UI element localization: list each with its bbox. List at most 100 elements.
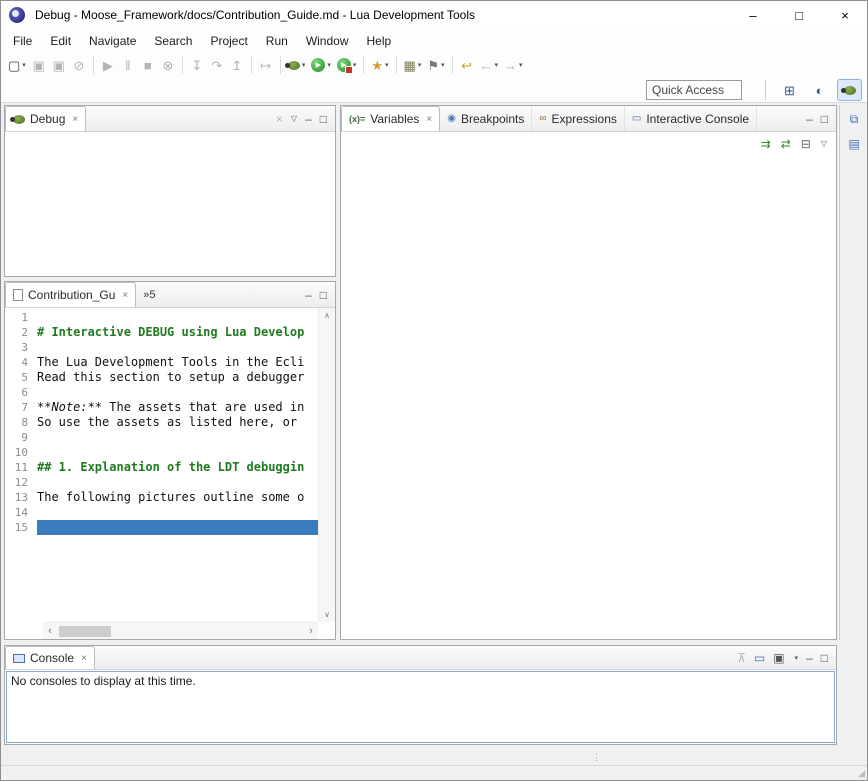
minimize-view-icon[interactable]: – (806, 113, 813, 125)
tab-breakpoints[interactable]: ◉ Breakpoints (440, 106, 532, 131)
code-line: 8So use the assets as listed here, or (5, 415, 318, 430)
dropdown-icon: ▾ (519, 61, 523, 69)
save-all-button[interactable]: ▣ (49, 54, 69, 76)
tab-breakpoints-label: Breakpoints (461, 112, 524, 126)
open-console-icon[interactable]: ▣ (773, 652, 784, 664)
lua-perspective-button[interactable]: ◐ (807, 79, 832, 101)
toolbar-separator (396, 56, 397, 74)
menu-window[interactable]: Window (297, 31, 358, 51)
code-editor[interactable]: 1 2# Interactive DEBUG using Lua Develop… (5, 308, 335, 639)
show-logical-structure-icon[interactable]: ⇄ (781, 137, 791, 151)
scroll-up-icon[interactable]: ∧ (324, 311, 330, 320)
back-button[interactable]: ←▾ (477, 54, 502, 76)
debug-perspective-button[interactable] (837, 79, 862, 101)
line-number: 2 (5, 326, 37, 339)
sash-handle[interactable]: ⋮ (592, 752, 601, 763)
view-menu-icon[interactable]: ▽ (291, 115, 297, 123)
toolbar-separator (363, 56, 364, 74)
outline-view-icon[interactable]: ▤ (848, 137, 859, 151)
resize-grip-icon[interactable]: ◢ (858, 768, 865, 779)
minimize-view-icon[interactable]: – (305, 113, 312, 125)
scroll-right-icon[interactable]: › (304, 625, 318, 637)
open-element-button[interactable]: ▦▾ (401, 54, 425, 76)
restore-view-icon[interactable]: ⧉ (850, 112, 859, 127)
disconnect-button[interactable]: ⊗ (158, 54, 178, 76)
scroll-left-icon[interactable]: ‹ (43, 625, 57, 637)
maximize-view-icon[interactable]: □ (821, 113, 828, 125)
tab-contribution-guide[interactable]: Contribution_Gu × (5, 282, 136, 307)
scrollbar-thumb[interactable] (59, 626, 111, 637)
suspend-button[interactable]: ‖ (118, 54, 138, 76)
maximize-view-icon[interactable]: □ (320, 113, 327, 125)
variables-tabbar: (x)= Variables × ◉ Breakpoints ∞ Express… (341, 106, 836, 132)
open-perspective-button[interactable]: ⊞ (777, 79, 802, 101)
quick-access-input[interactable]: Quick Access (646, 80, 742, 100)
menu-help[interactable]: Help (358, 31, 401, 51)
editor-tabbar: Contribution_Gu × »5 – □ (5, 282, 335, 308)
variables-view-controls: – □ (798, 106, 836, 131)
menu-file[interactable]: File (4, 31, 41, 51)
show-type-names-icon[interactable]: ⇉ (761, 137, 771, 151)
tab-console[interactable]: Console × (5, 646, 95, 669)
debug-button[interactable]: ▾ (285, 54, 309, 76)
code-line: 2# Interactive DEBUG using Lua Develop (5, 325, 318, 340)
terminate-button[interactable]: ■ (138, 54, 158, 76)
view-menu-icon[interactable]: ▽ (821, 140, 827, 148)
toolbar-separator (765, 80, 768, 100)
vertical-scrollbar[interactable]: ∧ ∨ (318, 308, 335, 622)
pin-console-icon[interactable]: ⊼ (737, 652, 746, 664)
step-into-button[interactable]: ↧ (187, 54, 207, 76)
minimize-window-button[interactable]: – (730, 0, 776, 30)
tab-variables[interactable]: (x)= Variables × (341, 106, 440, 131)
run-button[interactable]: ▶▾ (308, 54, 334, 76)
line-number: 12 (5, 476, 37, 489)
menu-search[interactable]: Search (145, 31, 201, 51)
minimize-view-icon[interactable]: – (806, 652, 813, 664)
open-perspective-icon: ⊞ (784, 84, 795, 97)
tab-interactive-console[interactable]: ▭ Interactive Console (625, 106, 757, 131)
maximize-view-icon[interactable]: □ (821, 652, 828, 664)
save-button[interactable]: ▣ (29, 54, 49, 76)
forward-button[interactable]: →▾ (501, 54, 526, 76)
annotation-nav-button[interactable]: ⚑▾ (424, 54, 447, 76)
console-output[interactable]: No consoles to display at this time. (6, 671, 835, 743)
code-line: 6 (5, 385, 318, 400)
step-return-button[interactable]: ↥ (227, 54, 247, 76)
dropdown-icon[interactable]: ▾ (795, 654, 799, 662)
resume-button[interactable]: ▶ (98, 54, 118, 76)
menu-edit[interactable]: Edit (41, 31, 80, 51)
step-over-button[interactable]: ↷ (207, 54, 227, 76)
menu-project[interactable]: Project (201, 31, 256, 51)
display-console-icon[interactable]: ▭ (754, 652, 765, 664)
maximize-view-icon[interactable]: □ (320, 289, 327, 301)
close-tab-icon[interactable]: × (426, 114, 432, 125)
close-tab-icon[interactable]: × (81, 653, 87, 664)
grid-icon: ▦ (404, 59, 416, 72)
dropdown-icon: ▾ (353, 61, 357, 69)
magic-wand-button[interactable]: ★▾ (368, 54, 391, 76)
new-wizard-button[interactable]: ▢▾ (5, 54, 29, 76)
editor-tab-overflow[interactable]: »5 (136, 282, 162, 307)
collapse-all-icon[interactable]: ⊟ (801, 137, 811, 151)
code-line: 10 (5, 445, 318, 460)
suspend-icon: ‖ (125, 59, 130, 72)
scroll-down-icon[interactable]: ∨ (324, 610, 330, 619)
menu-navigate[interactable]: Navigate (80, 31, 145, 51)
use-step-filters-button[interactable]: ↦ (256, 54, 276, 76)
skip-breakpoints-button[interactable]: ⊘ (69, 54, 89, 76)
tab-debug[interactable]: Debug × (5, 106, 86, 131)
line-text (37, 385, 318, 400)
remove-terminated-button[interactable]: × (276, 113, 283, 125)
close-tab-icon[interactable]: × (122, 290, 128, 301)
menu-run[interactable]: Run (257, 31, 297, 51)
last-edit-icon: ↩ (461, 59, 472, 72)
external-tools-button[interactable]: ▶▾ (334, 54, 360, 76)
horizontal-scrollbar[interactable]: ‹ › (43, 622, 318, 639)
close-window-button[interactable]: × (822, 0, 868, 30)
last-edit-location-button[interactable]: ↩ (457, 54, 477, 76)
tab-expressions[interactable]: ∞ Expressions (532, 106, 625, 131)
minimize-view-icon[interactable]: – (305, 289, 312, 301)
maximize-window-button[interactable]: □ (776, 0, 822, 30)
expressions-tab-icon: ∞ (539, 113, 546, 124)
close-tab-icon[interactable]: × (72, 114, 78, 125)
